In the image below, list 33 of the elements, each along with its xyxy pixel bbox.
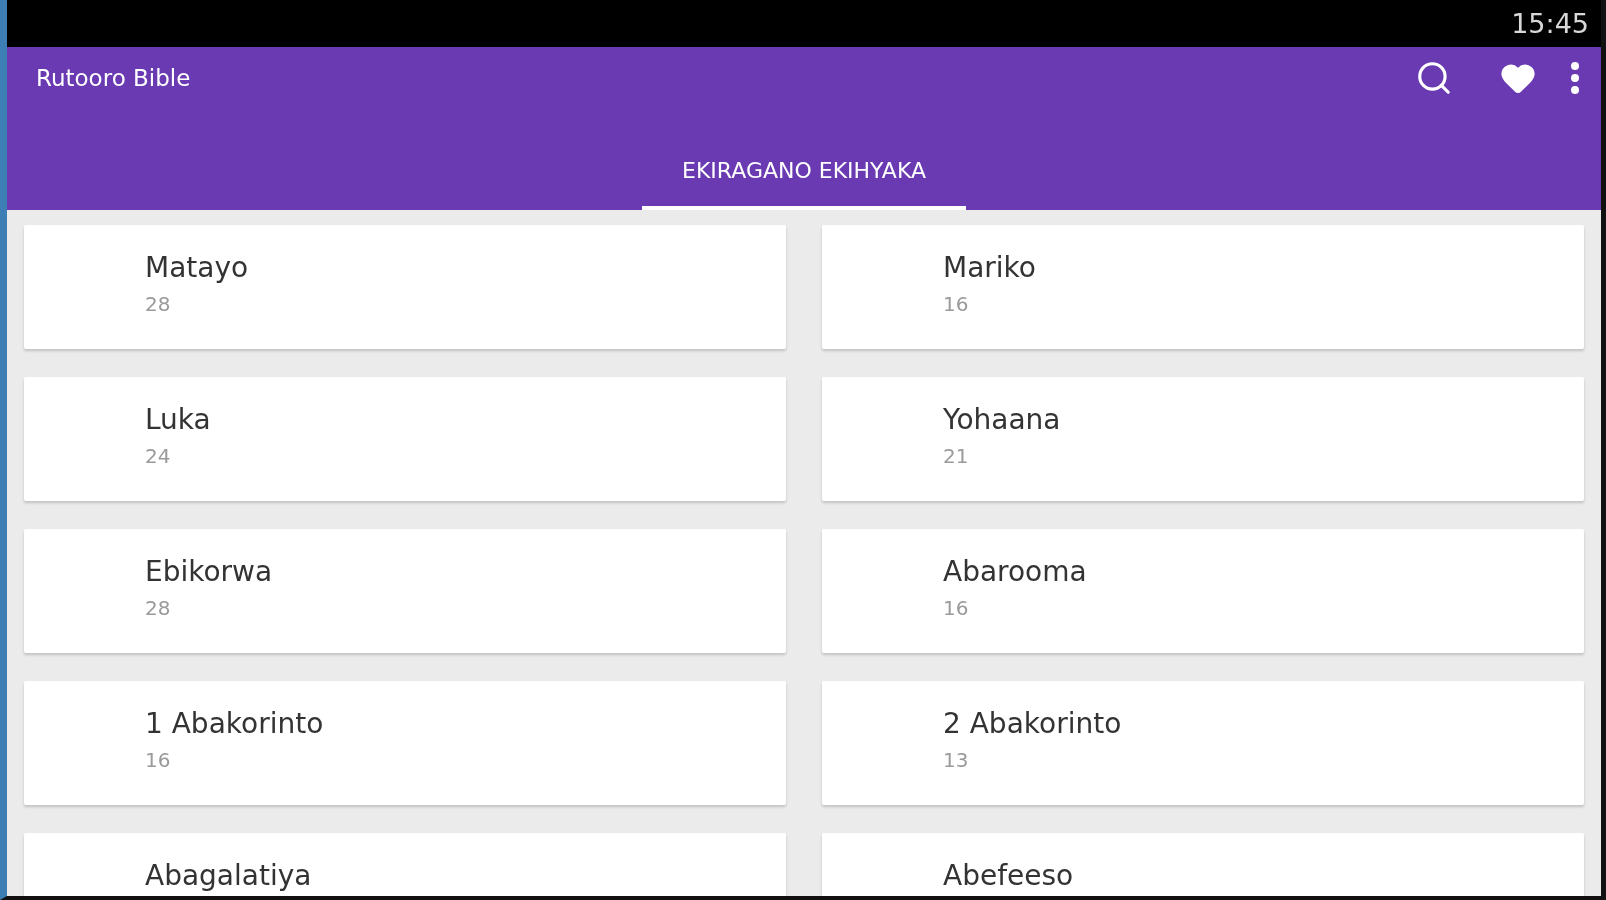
book-name: 1 Abakorinto: [145, 707, 324, 740]
book-name: Abagalatiya: [145, 859, 312, 892]
book-card[interactable]: Abefeeso: [822, 833, 1584, 896]
chapter-count: 13: [943, 748, 969, 772]
book-card[interactable]: Abagalatiya: [24, 833, 786, 896]
chapter-count: 28: [145, 596, 171, 620]
book-name: Yohaana: [943, 403, 1061, 436]
chapter-count: 21: [943, 444, 969, 468]
book-card[interactable]: 2 Abakorinto 13: [822, 681, 1584, 805]
book-card[interactable]: 1 Abakorinto 16: [24, 681, 786, 805]
more-icon: [1571, 62, 1579, 94]
book-card[interactable]: Yohaana 21: [822, 377, 1584, 501]
book-name: Ebikorwa: [145, 555, 273, 588]
book-name: Luka: [145, 403, 211, 436]
chapter-count: 16: [145, 748, 171, 772]
status-time: 15:45: [1511, 8, 1589, 39]
chapter-count: 16: [943, 292, 969, 316]
book-name: Mariko: [943, 251, 1036, 284]
search-icon: [1415, 59, 1453, 97]
book-card[interactable]: Ebikorwa 28: [24, 529, 786, 653]
book-card[interactable]: Luka 24: [24, 377, 786, 501]
book-card[interactable]: Mariko 16: [822, 225, 1584, 349]
book-card[interactable]: Matayo 28: [24, 225, 786, 349]
tab[interactable]: EKIRAGANO EKIHYAKA: [642, 109, 966, 210]
book-name: Abarooma: [943, 555, 1087, 588]
book-name: Abefeeso: [943, 859, 1074, 892]
chapter-count: 24: [145, 444, 171, 468]
book-card[interactable]: Abarooma 16: [822, 529, 1584, 653]
book-name: 2 Abakorinto: [943, 707, 1122, 740]
app-title: Rutooro Bible: [36, 65, 192, 91]
chapter-count: 28: [145, 292, 171, 316]
book-name: Matayo: [145, 251, 249, 284]
chapter-count: 16: [943, 596, 969, 620]
